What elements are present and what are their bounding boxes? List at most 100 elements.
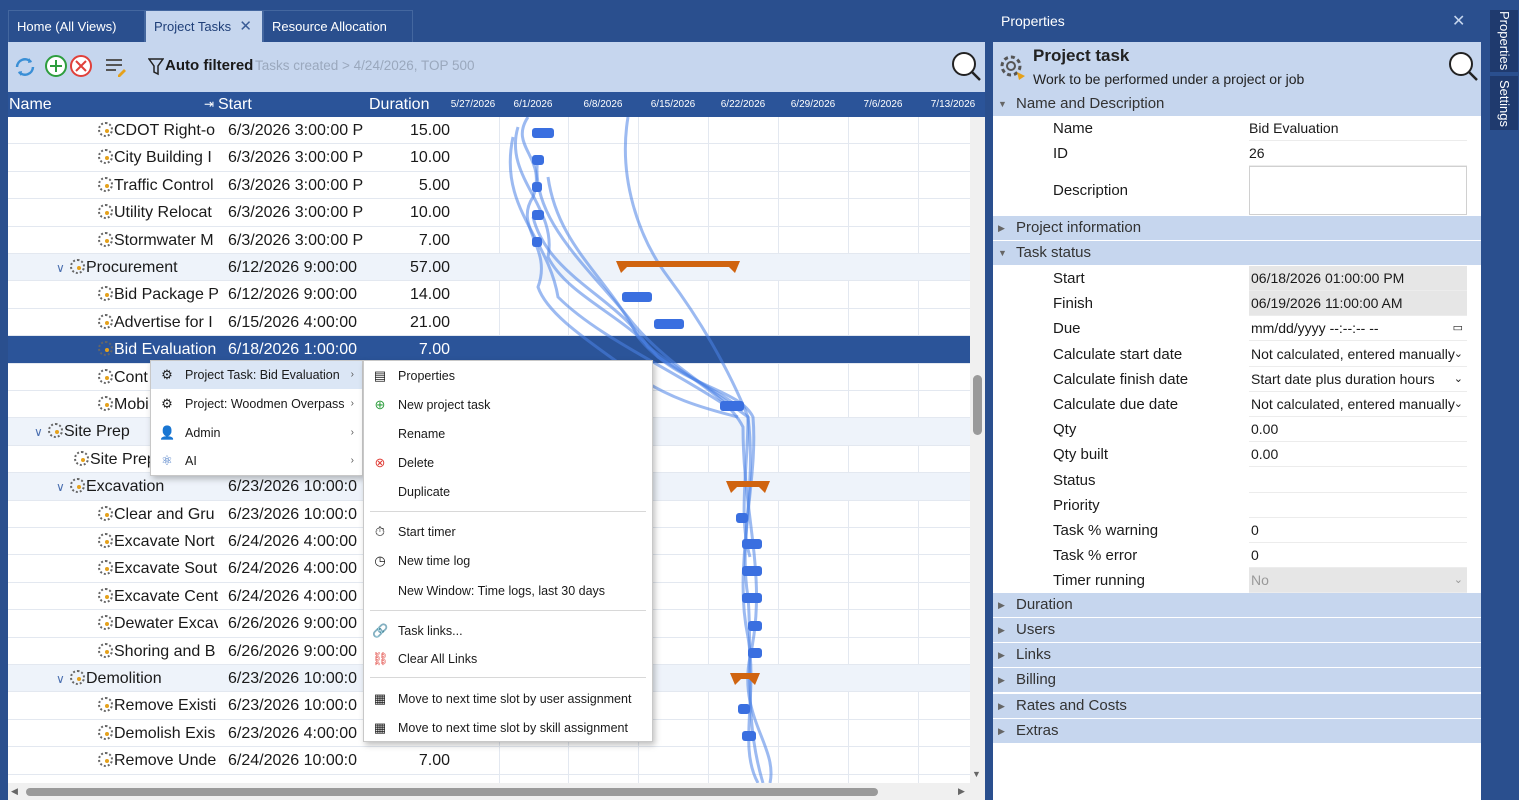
task-start-cell[interactable]: 6/3/2026 3:00:00 P: [228, 227, 370, 254]
filter-label[interactable]: Auto filtered: [165, 57, 253, 74]
gantt-bar[interactable]: [748, 621, 762, 631]
task-start-cell[interactable]: 6/15/2026 4:00:00: [228, 309, 370, 336]
task-duration-cell[interactable]: 10.00: [388, 199, 468, 226]
task-name-cell[interactable]: ∨ Procurement: [56, 254, 218, 282]
prop-due-value[interactable]: mm/dd/yyyy --:--:-- -- ▭: [1249, 316, 1467, 342]
pin-icon[interactable]: ✕: [1452, 11, 1465, 31]
task-start-cell[interactable]: 6/23/2026 10:00:0: [228, 665, 370, 692]
calendar-icon[interactable]: ▭: [1453, 316, 1463, 341]
task-start-cell[interactable]: 6/26/2026 9:00:00: [228, 638, 370, 665]
task-start-cell[interactable]: 6/12/2026 9:00:00: [228, 254, 370, 281]
section-links[interactable]: ▶ Links: [993, 643, 1481, 667]
task-start-cell[interactable]: 6/12/2026 9:00:00: [228, 281, 370, 308]
prop-description-textarea[interactable]: [1249, 166, 1467, 215]
tab-project-tasks[interactable]: Project Tasks ✕: [145, 10, 263, 42]
gantt-bar[interactable]: [654, 319, 684, 329]
duration-column-header[interactable]: Duration: [369, 92, 429, 117]
start-column-header[interactable]: Start: [218, 92, 252, 117]
menu-item-rename[interactable]: Rename: [364, 420, 652, 448]
task-start-cell[interactable]: 6/23/2026 10:00:0: [228, 692, 370, 719]
task-duration-cell[interactable]: 14.00: [388, 281, 468, 308]
task-start-cell[interactable]: 6/23/2026 10:00:0: [228, 473, 370, 500]
chevron-down-icon[interactable]: ∨: [56, 474, 70, 501]
scroll-right-arrow[interactable]: ▶: [958, 786, 965, 797]
task-name-cell[interactable]: Shoring and B: [98, 638, 218, 665]
scroll-left-arrow[interactable]: ◀: [11, 786, 18, 797]
prop-qty-value[interactable]: 0.00: [1249, 417, 1467, 443]
task-start-cell[interactable]: 6/24/2026 4:00:00: [228, 583, 370, 610]
prop-finish-value[interactable]: 06/19/2026 11:00:00 AM: [1249, 291, 1467, 317]
task-name-cell[interactable]: City Building I: [98, 144, 218, 171]
name-column-header[interactable]: Name: [9, 92, 52, 117]
menu-item-properties[interactable]: ▤ Properties: [364, 362, 652, 390]
pin-icon[interactable]: ⇥: [204, 92, 214, 117]
task-name-cell[interactable]: ∨ Demolition: [56, 665, 218, 693]
prop-calc-start-value[interactable]: Not calculated, entered manually ⌄: [1249, 342, 1467, 367]
task-name-cell[interactable]: Dewater Excav: [98, 610, 218, 637]
prop-status-value[interactable]: [1249, 468, 1467, 493]
prop-qty-built-value[interactable]: 0.00: [1249, 442, 1467, 468]
gantt-bar[interactable]: [736, 513, 748, 523]
side-tab-settings[interactable]: Settings: [1490, 76, 1518, 130]
menu-item-start-timer[interactable]: ⏱ Start timer: [364, 518, 652, 546]
close-icon[interactable]: ✕: [239, 11, 252, 43]
section-project-information[interactable]: ▶ Project information: [993, 216, 1481, 240]
gantt-bar[interactable]: [742, 539, 762, 549]
section-extras[interactable]: ▶ Extras: [993, 719, 1481, 743]
task-start-cell[interactable]: 6/3/2026 3:00:00 P: [228, 144, 370, 171]
task-name-cell[interactable]: ∨ Excavation: [56, 473, 218, 501]
gantt-bar[interactable]: [532, 128, 554, 138]
section-rates-and-costs[interactable]: ▶ Rates and Costs: [993, 694, 1481, 718]
gantt-bar[interactable]: [532, 155, 544, 165]
task-name-cell[interactable]: Excavate Sout: [98, 555, 218, 582]
task-start-cell[interactable]: 6/3/2026 3:00:00 P: [228, 199, 370, 226]
gantt-bar[interactable]: [748, 648, 762, 658]
gantt-summary-bar[interactable]: [730, 673, 760, 687]
menu-item-new-project-task[interactable]: ⊕ New project task: [364, 391, 652, 419]
gantt-bar[interactable]: [742, 593, 762, 603]
task-duration-cell[interactable]: 10.00: [388, 144, 468, 171]
gantt-bar[interactable]: [742, 566, 762, 576]
task-name-cell[interactable]: Excavate Nort: [98, 528, 218, 555]
side-tab-properties[interactable]: Properties: [1490, 10, 1518, 72]
gantt-summary-bar[interactable]: [616, 261, 740, 275]
gantt-bar[interactable]: [738, 704, 750, 714]
add-icon[interactable]: [44, 54, 68, 78]
prop-priority-value[interactable]: [1249, 493, 1467, 518]
prop-name-input[interactable]: Bid Evaluation: [1249, 116, 1467, 141]
task-duration-cell[interactable]: 7.00: [388, 227, 468, 254]
gantt-bar[interactable]: [622, 292, 652, 302]
task-start-cell[interactable]: 6/3/2026 3:00:00 P: [228, 117, 370, 144]
chevron-down-icon[interactable]: ⌄: [1454, 342, 1463, 367]
prop-timer-running-value[interactable]: No ⌄: [1249, 568, 1467, 594]
task-name-cell[interactable]: Excavate Cent: [98, 583, 218, 610]
menu-item-task-links[interactable]: 🔗 Task links...: [364, 617, 652, 645]
prop-start-value[interactable]: 06/18/2026 01:00:00 PM: [1249, 266, 1467, 291]
section-billing[interactable]: ▶ Billing: [993, 668, 1481, 692]
task-duration-cell[interactable]: 7.00: [388, 747, 468, 774]
task-start-cell[interactable]: 6/23/2026 10:00:0: [228, 501, 370, 528]
task-name-cell[interactable]: CDOT Right-o: [98, 117, 218, 144]
search-icon[interactable]: [950, 50, 982, 82]
menu-item-new-time-log[interactable]: ◷ New time log: [364, 547, 652, 575]
chevron-down-icon[interactable]: ⌄: [1454, 367, 1463, 392]
horizontal-scrollbar[interactable]: ◀ ▶: [8, 783, 985, 800]
scroll-thumb[interactable]: [26, 788, 878, 796]
section-task-status[interactable]: ▼ Task status: [993, 241, 1481, 265]
task-name-cell[interactable]: Traffic Control: [98, 172, 218, 199]
search-icon[interactable]: [1447, 50, 1479, 82]
task-start-cell[interactable]: 6/24/2026 4:00:00: [228, 555, 370, 582]
task-name-cell[interactable]: Advertise for I: [98, 309, 218, 336]
tab-home-all-views[interactable]: Home (All Views): [8, 10, 145, 42]
section-name-description[interactable]: ▼ Name and Description: [993, 92, 1481, 116]
scroll-down-arrow[interactable]: ▼: [972, 769, 981, 779]
task-name-cell[interactable]: Utility Relocat: [98, 199, 218, 226]
prop-calc-finish-value[interactable]: Start date plus duration hours ⌄: [1249, 367, 1467, 392]
task-start-cell[interactable]: 6/26/2026 9:00:00: [228, 610, 370, 637]
menu-item-ai[interactable]: ⚛ AI ›: [151, 447, 362, 475]
chevron-down-icon[interactable]: ⌄: [1454, 392, 1463, 417]
chevron-down-icon[interactable]: ∨: [34, 419, 48, 446]
section-users[interactable]: ▶ Users: [993, 618, 1481, 642]
menu-item-new-window-time-logs[interactable]: New Window: Time logs, last 30 days: [364, 577, 652, 605]
task-duration-cell[interactable]: 15.00: [388, 117, 468, 144]
